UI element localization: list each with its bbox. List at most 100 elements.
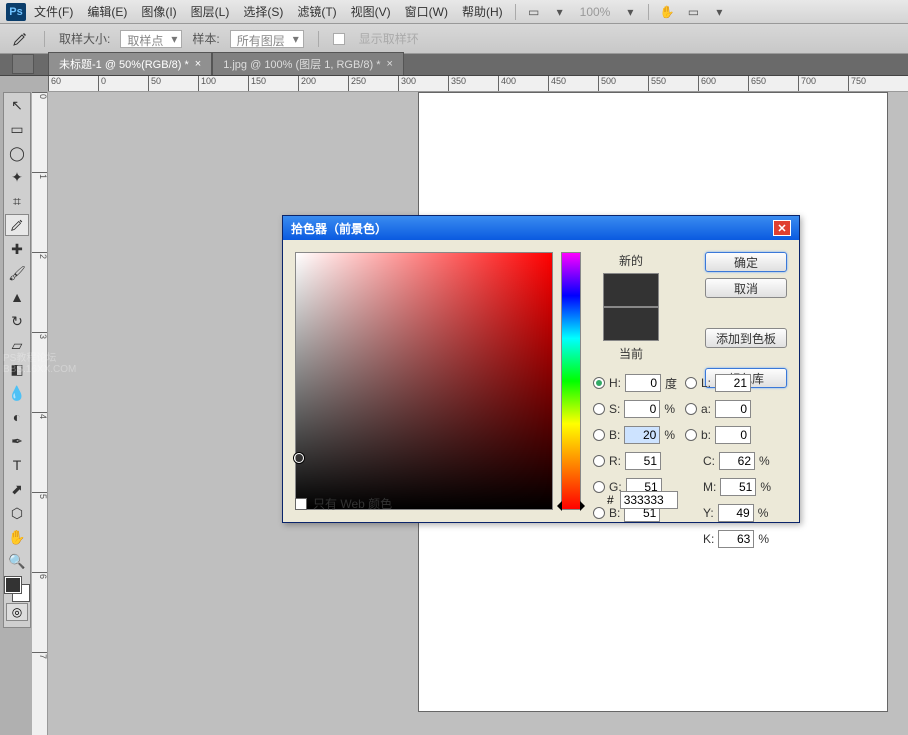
radio-l[interactable] bbox=[685, 377, 697, 389]
tool-path[interactable]: ⬈ bbox=[5, 478, 29, 500]
color-field-cursor[interactable] bbox=[294, 453, 304, 463]
tool-dodge[interactable]: ◐ bbox=[5, 406, 29, 428]
radio-bb[interactable] bbox=[593, 507, 605, 519]
tool-gradient[interactable]: ◧ bbox=[5, 358, 29, 380]
foreground-color-swatch[interactable] bbox=[5, 577, 21, 593]
radio-g[interactable] bbox=[593, 481, 605, 493]
tool-hand[interactable]: ✋ bbox=[5, 526, 29, 548]
separator bbox=[44, 31, 45, 47]
ruler-tick: 600 bbox=[698, 76, 716, 92]
eyedropper-icon bbox=[10, 29, 30, 49]
input-hex[interactable] bbox=[620, 491, 678, 509]
sample-size-label: 取样大小: bbox=[59, 30, 110, 47]
menu-filter[interactable]: 滤镜(T) bbox=[291, 1, 342, 22]
doc-tab-1[interactable]: 未标题-1 @ 50%(RGB/8) * × bbox=[48, 52, 212, 75]
ok-button[interactable]: 确定 bbox=[705, 252, 787, 272]
document-tabbar: 未标题-1 @ 50%(RGB/8) * × 1.jpg @ 100% (图层 … bbox=[0, 54, 908, 76]
separator bbox=[515, 4, 516, 20]
radio-b2[interactable] bbox=[685, 429, 697, 441]
tool-history-brush[interactable]: ↻ bbox=[5, 310, 29, 332]
menu-image[interactable]: 图像(I) bbox=[135, 1, 182, 22]
add-swatch-button[interactable]: 添加到色板 bbox=[705, 328, 787, 348]
input-h[interactable] bbox=[625, 374, 661, 392]
radio-b[interactable] bbox=[593, 429, 605, 441]
input-s[interactable] bbox=[624, 400, 660, 418]
show-ring-checkbox[interactable] bbox=[333, 33, 345, 45]
menu-view[interactable]: 视图(V) bbox=[345, 1, 397, 22]
tool-stamp[interactable]: ▲ bbox=[5, 286, 29, 308]
ruler-tick: 350 bbox=[448, 76, 466, 92]
ruler-horizontal[interactable]: 60 0 50 100 150 200 250 300 350 400 450 … bbox=[48, 76, 908, 92]
tool-marquee[interactable]: ▭ bbox=[5, 118, 29, 140]
toolbar: ↖ ▭ ◯ ✦ ⌗ ✚ 🖌 ▲ ↻ ▱ ◧ 💧 ◐ ✒ T ⬈ ⬡ ✋ 🔍 ◎ bbox=[3, 92, 31, 628]
tool-lasso[interactable]: ◯ bbox=[5, 142, 29, 164]
current-color-swatch[interactable] bbox=[603, 307, 659, 341]
ruler-tick: 400 bbox=[498, 76, 516, 92]
cancel-button[interactable]: 取消 bbox=[705, 278, 787, 298]
zoom-dropdown-icon[interactable]: ▾ bbox=[618, 3, 642, 21]
panel-collapse-tab[interactable] bbox=[12, 54, 34, 74]
zoom-level[interactable]: 100% bbox=[574, 5, 617, 19]
input-y[interactable] bbox=[718, 504, 754, 522]
tool-blur[interactable]: 💧 bbox=[5, 382, 29, 404]
tool-move[interactable]: ↖ bbox=[5, 94, 29, 116]
input-b[interactable] bbox=[624, 426, 660, 444]
menu-help[interactable]: 帮助(H) bbox=[456, 1, 509, 22]
tool-crop[interactable]: ⌗ bbox=[5, 190, 29, 212]
color-swatch[interactable] bbox=[5, 577, 29, 601]
tool-zoom[interactable]: 🔍 bbox=[5, 550, 29, 572]
screen-dropdown-icon[interactable]: ▾ bbox=[707, 3, 731, 21]
separator bbox=[318, 31, 319, 47]
hand-icon[interactable]: ✋ bbox=[655, 3, 679, 21]
tool-healing[interactable]: ✚ bbox=[5, 238, 29, 260]
menubar: Ps 文件(F) 编辑(E) 图像(I) 图层(L) 选择(S) 滤镜(T) 视… bbox=[0, 0, 908, 24]
input-l[interactable] bbox=[715, 374, 751, 392]
input-b2[interactable] bbox=[715, 426, 751, 444]
radio-r[interactable] bbox=[593, 455, 605, 467]
doc-tab-2[interactable]: 1.jpg @ 100% (图层 1, RGB/8) * × bbox=[212, 52, 404, 75]
color-picker-dialog: 拾色器（前景色） ✕ 新的 当前 确定 取消 添加到色板 颜色库 H:度 S:%… bbox=[282, 215, 800, 523]
input-k[interactable] bbox=[718, 530, 754, 548]
app-logo: Ps bbox=[6, 3, 26, 21]
tool-shape[interactable]: ⬡ bbox=[5, 502, 29, 524]
tool-eraser[interactable]: ▱ bbox=[5, 334, 29, 356]
menu-window[interactable]: 窗口(W) bbox=[399, 1, 454, 22]
new-color-swatch[interactable] bbox=[603, 273, 659, 307]
menu-select[interactable]: 选择(S) bbox=[237, 1, 289, 22]
radio-s[interactable] bbox=[593, 403, 605, 415]
radio-h[interactable] bbox=[593, 377, 605, 389]
web-only-checkbox[interactable] bbox=[295, 498, 307, 510]
layout-icon[interactable]: ▭ bbox=[522, 3, 546, 21]
input-r[interactable] bbox=[625, 452, 661, 470]
show-ring-label: 显示取样环 bbox=[359, 30, 419, 47]
sample-select[interactable]: 所有图层 bbox=[230, 30, 304, 48]
menu-layer[interactable]: 图层(L) bbox=[185, 1, 236, 22]
color-field[interactable] bbox=[295, 252, 553, 510]
layout-dropdown-icon[interactable]: ▾ bbox=[548, 3, 572, 21]
menu-edit[interactable]: 编辑(E) bbox=[81, 1, 133, 22]
quick-mask-button[interactable]: ◎ bbox=[6, 603, 28, 621]
ruler-tick: 4 bbox=[32, 412, 48, 419]
radio-a[interactable] bbox=[685, 403, 697, 415]
screen-mode-icon[interactable]: ▭ bbox=[681, 3, 705, 21]
input-c[interactable] bbox=[719, 452, 755, 470]
input-a[interactable] bbox=[715, 400, 751, 418]
sample-size-select[interactable]: 取样点 bbox=[120, 30, 182, 48]
hue-slider[interactable] bbox=[561, 252, 581, 510]
tool-brush[interactable]: 🖌 bbox=[5, 262, 29, 284]
dialog-titlebar[interactable]: 拾色器（前景色） ✕ bbox=[283, 216, 799, 240]
close-icon[interactable]: ✕ bbox=[773, 220, 791, 236]
close-icon[interactable]: × bbox=[195, 58, 201, 70]
new-color-label: 新的 bbox=[619, 252, 643, 269]
doc-tab-label: 1.jpg @ 100% (图层 1, RGB/8) * bbox=[223, 56, 380, 72]
web-only-row: 只有 Web 颜色 bbox=[295, 495, 392, 512]
tool-wand[interactable]: ✦ bbox=[5, 166, 29, 188]
tool-eyedropper[interactable] bbox=[5, 214, 29, 236]
tool-pen[interactable]: ✒ bbox=[5, 430, 29, 452]
ruler-vertical[interactable]: 0 1 2 3 4 5 6 7 bbox=[32, 92, 48, 735]
ruler-tick: 0 bbox=[98, 76, 106, 92]
menu-file[interactable]: 文件(F) bbox=[28, 1, 79, 22]
input-m[interactable] bbox=[720, 478, 756, 496]
close-icon[interactable]: × bbox=[386, 58, 392, 70]
tool-type[interactable]: T bbox=[5, 454, 29, 476]
